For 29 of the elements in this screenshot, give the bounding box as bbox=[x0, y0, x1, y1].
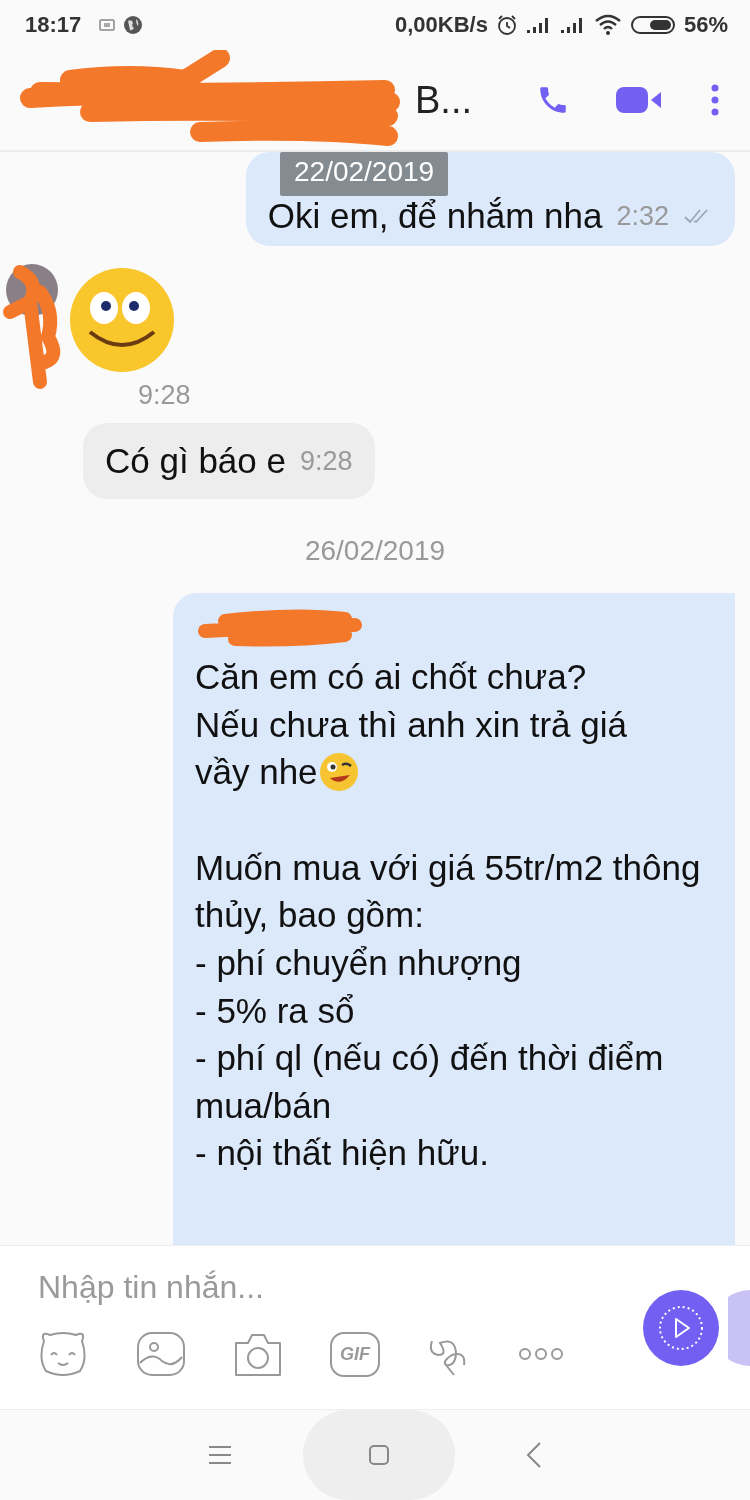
message-text: Có gì báo e bbox=[105, 441, 286, 481]
winking-emoji-icon bbox=[317, 751, 360, 793]
alarm-icon bbox=[495, 14, 518, 36]
message-input[interactable]: Nhập tin nhắn... bbox=[36, 1268, 600, 1307]
status-time: 18:17 bbox=[25, 12, 82, 38]
back-icon[interactable] bbox=[525, 1441, 543, 1469]
menu-icon[interactable] bbox=[207, 1444, 233, 1466]
voice-send-button[interactable] bbox=[643, 1290, 719, 1366]
message-text: vầy nhe bbox=[195, 751, 318, 794]
more-icon[interactable] bbox=[518, 1346, 564, 1362]
globe-icon bbox=[123, 15, 144, 35]
secondary-action-button[interactable] bbox=[728, 1290, 750, 1366]
sim-card-icon bbox=[99, 18, 116, 32]
message-time: 2:32 bbox=[616, 200, 669, 232]
camera-icon[interactable] bbox=[232, 1331, 284, 1377]
message-text: Muốn mua với giá 55tr/m2 thông thủy, bao gồm: - phí chuyển nhượng - 5% ra sổ - phí ql (nếu có) đến thời điểm mua/bán - nội thất hiện hữu. bbox=[195, 846, 702, 1175]
message-time: 9:28 bbox=[299, 445, 353, 477]
battery-percent: 56% bbox=[683, 12, 728, 38]
date-separator: 26/02/2019 bbox=[304, 535, 446, 567]
image-icon[interactable] bbox=[136, 1331, 186, 1377]
square-icon bbox=[368, 1444, 390, 1466]
battery-icon bbox=[629, 14, 676, 36]
wifi-icon bbox=[593, 14, 622, 36]
message-time: 9:28 bbox=[138, 380, 191, 411]
network-speed: 0,00KB/s bbox=[395, 12, 488, 38]
contact-name: B... bbox=[415, 78, 473, 122]
gif-button[interactable]: GIF bbox=[330, 1331, 380, 1377]
message-text: Oki em, để nhắm nha bbox=[267, 196, 603, 236]
date-chip: 22/02/2019 bbox=[280, 152, 449, 196]
